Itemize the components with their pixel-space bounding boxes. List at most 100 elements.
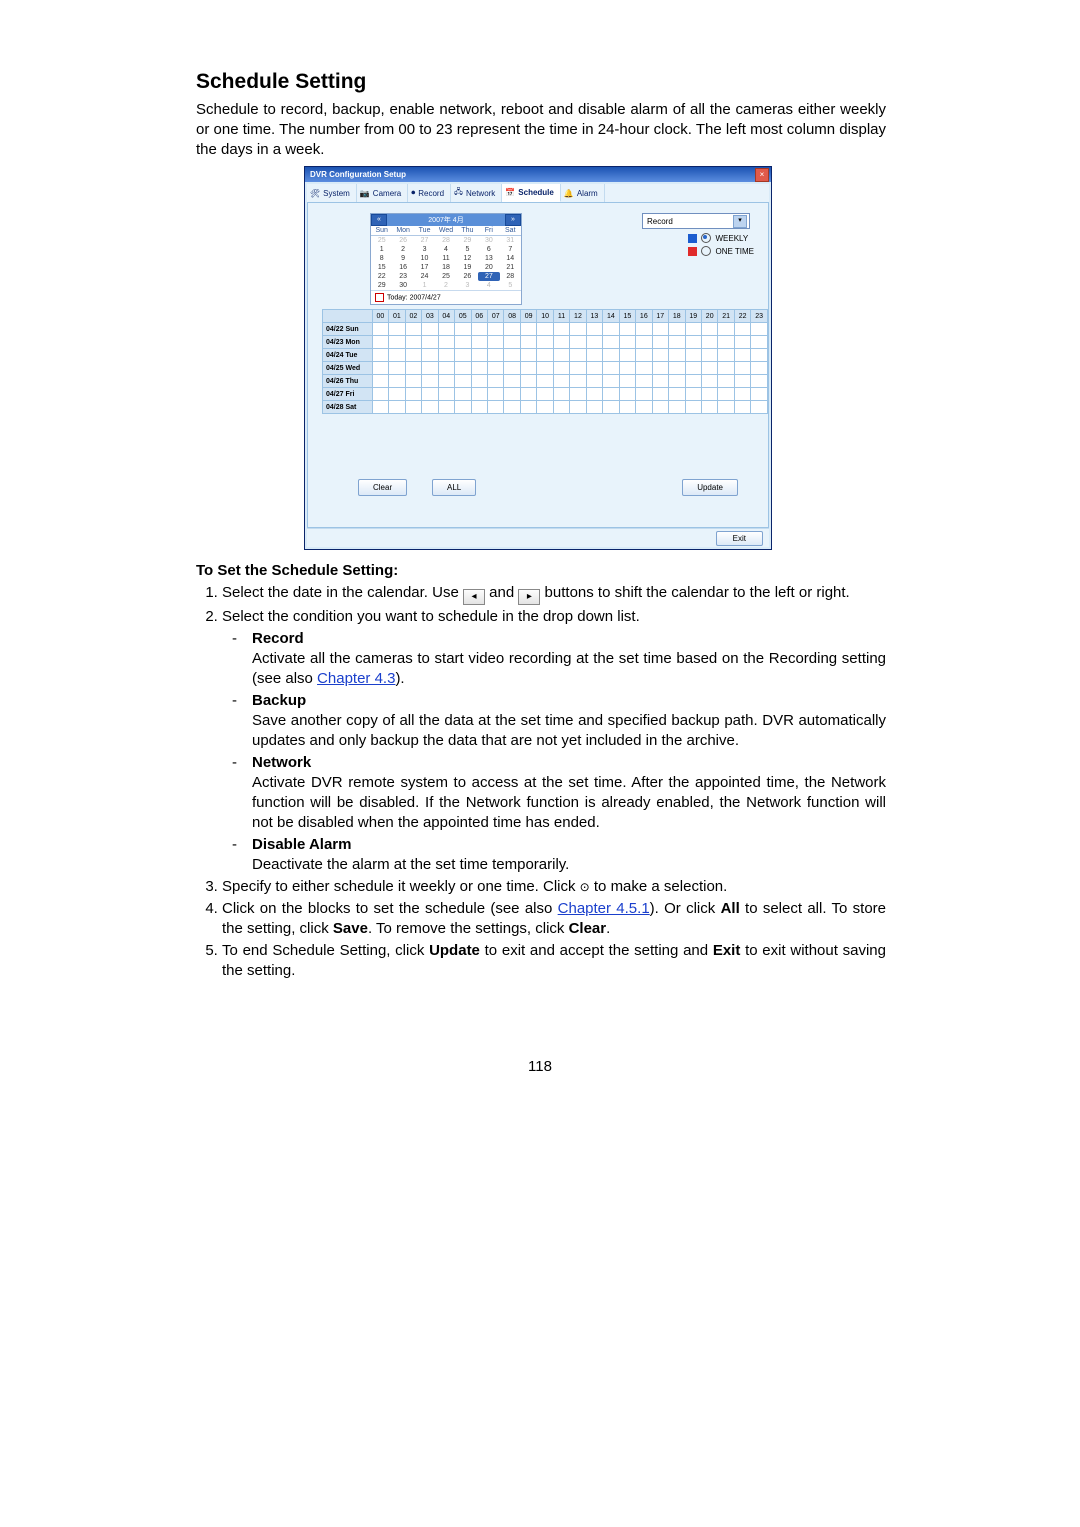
schedule-cell[interactable]	[487, 336, 503, 349]
schedule-cell[interactable]	[652, 375, 668, 388]
calendar-cell[interactable]: 26	[457, 272, 478, 281]
schedule-cell[interactable]	[372, 349, 388, 362]
schedule-cell[interactable]	[570, 336, 586, 349]
calendar-cell[interactable]: 23	[392, 272, 413, 281]
schedule-cell[interactable]	[422, 388, 438, 401]
calendar-cell[interactable]: 4	[435, 245, 456, 254]
schedule-cell[interactable]	[455, 401, 471, 414]
calendar-cell[interactable]: 26	[392, 236, 413, 245]
calendar-cell[interactable]: 19	[457, 263, 478, 272]
schedule-cell[interactable]	[422, 375, 438, 388]
calendar-cell[interactable]: 24	[414, 272, 435, 281]
schedule-cell[interactable]	[636, 401, 652, 414]
schedule-cell[interactable]	[619, 362, 635, 375]
schedule-cell[interactable]	[669, 401, 685, 414]
calendar-cell[interactable]: 18	[435, 263, 456, 272]
schedule-cell[interactable]	[570, 323, 586, 336]
schedule-cell[interactable]	[504, 349, 520, 362]
schedule-cell[interactable]	[422, 323, 438, 336]
schedule-cell[interactable]	[504, 362, 520, 375]
close-icon[interactable]: ×	[755, 168, 769, 182]
schedule-cell[interactable]	[734, 349, 750, 362]
schedule-cell[interactable]	[669, 349, 685, 362]
schedule-cell[interactable]	[372, 401, 388, 414]
calendar-cell[interactable]: 5	[457, 245, 478, 254]
schedule-cell[interactable]	[389, 388, 405, 401]
schedule-cell[interactable]	[520, 349, 536, 362]
calendar-next-button[interactable]: »	[505, 214, 521, 226]
schedule-cell[interactable]	[619, 375, 635, 388]
schedule-cell[interactable]	[652, 401, 668, 414]
schedule-cell[interactable]	[553, 323, 569, 336]
schedule-cell[interactable]	[389, 362, 405, 375]
schedule-cell[interactable]	[751, 401, 768, 414]
schedule-cell[interactable]	[471, 336, 487, 349]
schedule-cell[interactable]	[701, 375, 717, 388]
schedule-cell[interactable]	[586, 349, 602, 362]
schedule-cell[interactable]	[636, 336, 652, 349]
calendar-cell[interactable]: 14	[500, 254, 521, 263]
schedule-cell[interactable]	[405, 388, 421, 401]
schedule-cell[interactable]	[685, 336, 701, 349]
schedule-cell[interactable]	[471, 388, 487, 401]
onetime-radio[interactable]	[701, 246, 711, 256]
schedule-cell[interactable]	[669, 362, 685, 375]
tab-alarm[interactable]: 🔔Alarm	[561, 184, 605, 202]
schedule-cell[interactable]	[438, 388, 454, 401]
schedule-cell[interactable]	[372, 388, 388, 401]
schedule-grid[interactable]: 0001020304050607080910111213141516171819…	[322, 309, 768, 414]
schedule-cell[interactable]	[553, 375, 569, 388]
schedule-cell[interactable]	[520, 375, 536, 388]
schedule-cell[interactable]	[422, 362, 438, 375]
schedule-cell[interactable]	[619, 323, 635, 336]
calendar-cell[interactable]: 6	[478, 245, 499, 254]
schedule-cell[interactable]	[636, 349, 652, 362]
schedule-cell[interactable]	[520, 388, 536, 401]
calendar-cell[interactable]: 7	[500, 245, 521, 254]
calendar-cell[interactable]: 12	[457, 254, 478, 263]
schedule-cell[interactable]	[405, 323, 421, 336]
clear-button[interactable]: Clear	[358, 479, 407, 496]
schedule-cell[interactable]	[734, 388, 750, 401]
tab-record[interactable]: ⏺Record	[408, 184, 451, 202]
schedule-cell[interactable]	[504, 388, 520, 401]
schedule-cell[interactable]	[504, 375, 520, 388]
schedule-cell[interactable]	[389, 336, 405, 349]
schedule-cell[interactable]	[586, 323, 602, 336]
calendar-cell[interactable]: 29	[371, 281, 392, 290]
schedule-cell[interactable]	[669, 336, 685, 349]
schedule-cell[interactable]	[438, 375, 454, 388]
schedule-cell[interactable]	[537, 401, 553, 414]
schedule-cell[interactable]	[701, 362, 717, 375]
schedule-cell[interactable]	[471, 349, 487, 362]
calendar-cell[interactable]: 28	[500, 272, 521, 281]
schedule-cell[interactable]	[389, 375, 405, 388]
schedule-cell[interactable]	[685, 375, 701, 388]
schedule-cell[interactable]	[372, 323, 388, 336]
schedule-cell[interactable]	[685, 323, 701, 336]
schedule-cell[interactable]	[603, 323, 619, 336]
calendar-cell[interactable]: 17	[414, 263, 435, 272]
schedule-cell[interactable]	[751, 375, 768, 388]
schedule-cell[interactable]	[438, 323, 454, 336]
schedule-cell[interactable]	[553, 349, 569, 362]
calendar-cell[interactable]: 30	[478, 236, 499, 245]
schedule-cell[interactable]	[669, 323, 685, 336]
schedule-cell[interactable]	[405, 375, 421, 388]
schedule-cell[interactable]	[455, 336, 471, 349]
schedule-cell[interactable]	[487, 362, 503, 375]
schedule-cell[interactable]	[537, 362, 553, 375]
schedule-cell[interactable]	[603, 401, 619, 414]
schedule-cell[interactable]	[570, 388, 586, 401]
schedule-cell[interactable]	[520, 401, 536, 414]
schedule-cell[interactable]	[685, 401, 701, 414]
schedule-cell[interactable]	[487, 401, 503, 414]
schedule-cell[interactable]	[405, 349, 421, 362]
schedule-cell[interactable]	[603, 349, 619, 362]
all-button[interactable]: ALL	[432, 479, 476, 496]
calendar-cell[interactable]: 27	[414, 236, 435, 245]
schedule-cell[interactable]	[669, 388, 685, 401]
schedule-cell[interactable]	[734, 323, 750, 336]
calendar-prev-button[interactable]: «	[371, 214, 387, 226]
calendar-cell[interactable]: 16	[392, 263, 413, 272]
